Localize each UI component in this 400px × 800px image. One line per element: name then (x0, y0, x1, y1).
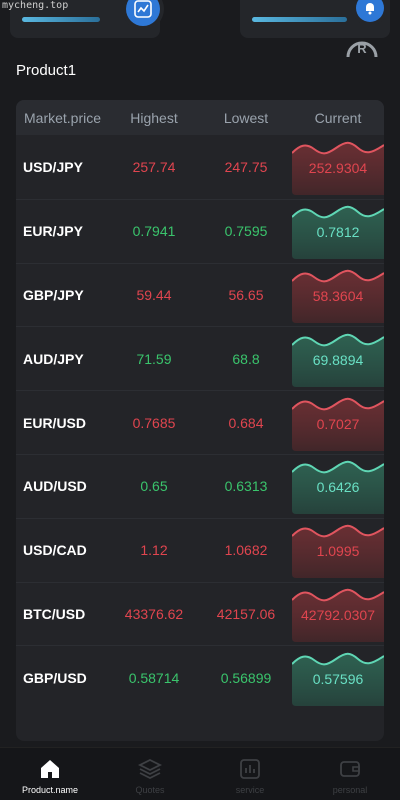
current-value: 0.7812 (316, 224, 360, 241)
highest-value: 0.7941 (132, 223, 176, 240)
table-row[interactable]: EUR/USD 0.7685 0.684 0.7027 (16, 390, 384, 454)
current-price-sparkline: 69.8894 (292, 331, 384, 387)
current-value: 252.9304 (308, 159, 368, 176)
market-table: Market.price Highest Lowest Current USD/… (16, 100, 384, 741)
table-row[interactable]: AUD/JPY 71.59 68.8 69.8894 (16, 326, 384, 390)
highest-value: 1.12 (140, 542, 168, 559)
chart-icon (240, 759, 260, 779)
current-value: 42792.0307 (301, 606, 375, 623)
pair-name: EUR/JPY (23, 223, 83, 240)
current-price-sparkline: 58.3604 (292, 267, 384, 323)
current-price-sparkline: 0.6426 (292, 458, 384, 515)
brand-logo-icon: R (346, 41, 378, 58)
lowest-value: 247.75 (224, 158, 268, 175)
header-lowest: Lowest (223, 109, 269, 126)
pair-name: GBP/JPY (23, 286, 84, 303)
table-header: Market.price Highest Lowest Current (16, 100, 384, 135)
table-row[interactable]: AUD/USD 0.65 0.6313 0.6426 (16, 453, 384, 518)
highest-value: 257.74 (132, 158, 176, 175)
current-value: 0.7027 (316, 415, 360, 432)
current-value: 69.8894 (312, 351, 364, 368)
pair-name: USD/CAD (23, 542, 87, 559)
progress-bar (252, 17, 347, 22)
highest-value: 0.58714 (128, 669, 180, 686)
nav-item-personal[interactable]: personal (300, 748, 400, 800)
header-market-price: Market.price (24, 109, 102, 126)
pair-name: USD/JPY (23, 158, 83, 175)
current-value: 58.3604 (312, 287, 364, 304)
highest-value: 59.44 (136, 286, 172, 303)
trend-chart-icon (126, 0, 160, 26)
pair-name: AUD/USD (23, 478, 87, 495)
progress-bar (22, 17, 100, 22)
table-row[interactable]: GBP/JPY 59.44 56.65 58.3604 (16, 262, 384, 327)
lowest-value: 68.8 (232, 350, 260, 367)
bottom-nav: Product.name Quotes service personal (0, 747, 400, 800)
current-price-sparkline: 42792.0307 (292, 586, 384, 642)
nav-label: Product.name (21, 785, 79, 795)
nav-label: service (235, 785, 265, 795)
highest-value: 0.65 (140, 478, 168, 495)
table-row[interactable]: USD/CAD 1.12 1.0682 1.0995 (16, 517, 384, 582)
pair-name: EUR/USD (23, 414, 87, 431)
lowest-value: 1.0682 (224, 542, 268, 559)
nav-label: personal (332, 785, 368, 795)
table-row[interactable]: BTC/USD 43376.62 42157.06 42792.0307 (16, 581, 384, 646)
nav-label: Quotes (135, 785, 165, 795)
home-icon (41, 760, 59, 778)
header-current: Current (314, 109, 362, 126)
current-value: 0.6426 (316, 479, 360, 496)
current-price-sparkline: 252.9304 (292, 139, 384, 195)
table-row[interactable]: GBP/USD 0.58714 0.56899 0.57596 (16, 645, 384, 709)
current-value: 0.57596 (312, 670, 364, 687)
section-title: Product1 (16, 62, 77, 79)
lowest-value: 42157.06 (216, 605, 276, 622)
current-price-sparkline: 1.0995 (292, 522, 384, 579)
wallet-icon (340, 761, 360, 777)
nav-item-home[interactable]: Product.name (0, 748, 100, 800)
current-price-sparkline: 0.7027 (292, 395, 384, 451)
lowest-value: 0.6313 (224, 478, 268, 495)
pair-name: AUD/JPY (23, 350, 84, 367)
current-price-sparkline: 0.57596 (292, 650, 384, 706)
highest-value: 43376.62 (124, 605, 184, 622)
header-highest: Highest (130, 109, 178, 126)
highest-value: 0.7685 (132, 414, 176, 431)
table-row[interactable]: USD/JPY 257.74 247.75 252.9304 (16, 135, 384, 199)
highest-value: 71.59 (136, 350, 172, 367)
lowest-value: 0.684 (228, 414, 264, 431)
pair-name: GBP/USD (23, 669, 87, 686)
nav-item-quotes[interactable]: Quotes (100, 748, 200, 800)
pair-name: BTC/USD (23, 605, 86, 622)
nav-item-service[interactable]: service (200, 748, 300, 800)
watermark-text: mycheng.top (2, 0, 69, 11)
bell-icon (356, 0, 384, 22)
lowest-value: 0.7595 (224, 223, 268, 240)
current-value: 1.0995 (316, 543, 360, 560)
layers-icon (138, 758, 162, 780)
table-row[interactable]: EUR/JPY 0.7941 0.7595 0.7812 (16, 198, 384, 263)
lowest-value: 0.56899 (220, 669, 272, 686)
current-price-sparkline: 0.7812 (292, 203, 384, 260)
lowest-value: 56.65 (228, 286, 264, 303)
svg-text:R: R (357, 41, 367, 56)
